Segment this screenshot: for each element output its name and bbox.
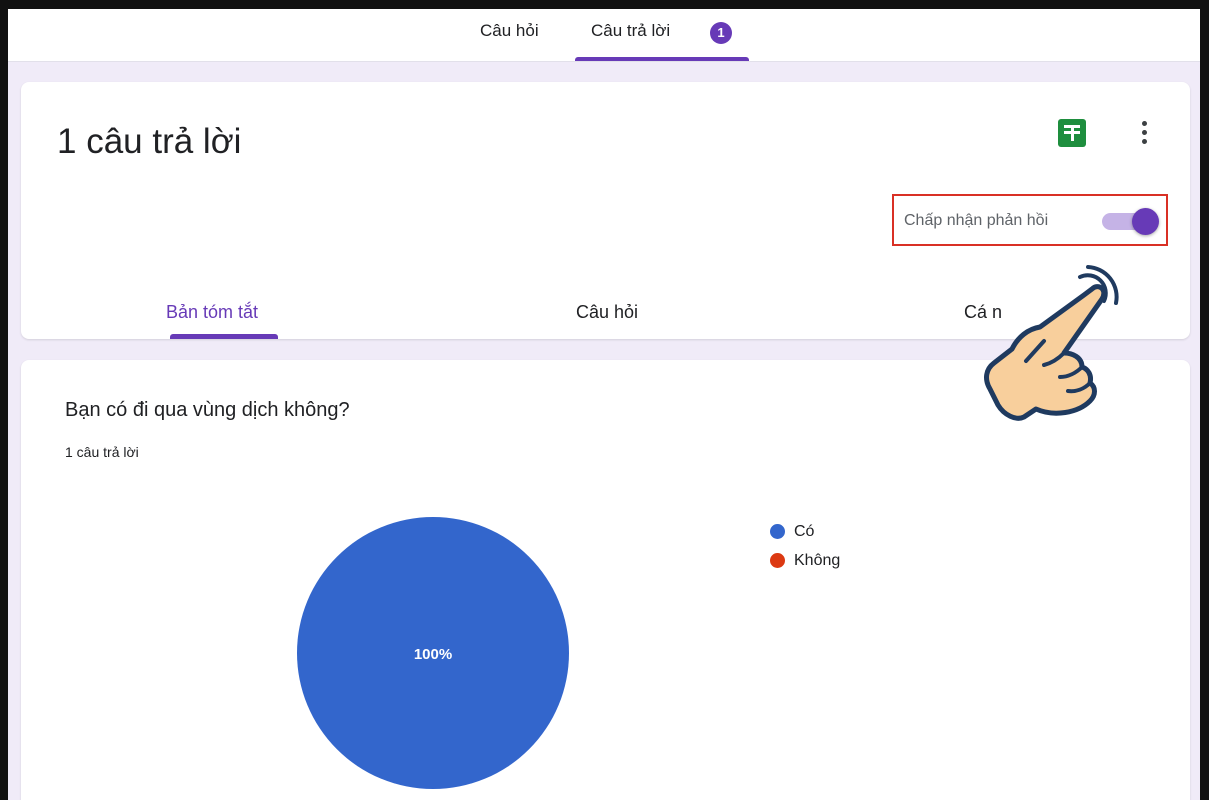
pointing-hand-icon xyxy=(984,265,1119,421)
subtab-questions[interactable]: Câu hỏi xyxy=(576,302,638,323)
top-tab-bar: Câu hỏi Câu trả lời 1 xyxy=(8,9,1200,62)
accept-responses-label: Chấp nhận phản hồi xyxy=(904,212,1049,229)
legend-swatch xyxy=(770,553,785,568)
pie-chart: 100% xyxy=(297,517,569,789)
google-sheets-icon[interactable] xyxy=(1058,119,1086,147)
active-tab-indicator xyxy=(575,57,749,61)
chart-legend: Có Không xyxy=(770,517,840,575)
legend-label: Không xyxy=(794,551,841,569)
legend-swatch xyxy=(770,524,785,539)
legend-item: Không xyxy=(770,546,840,575)
subtab-summary[interactable]: Bản tóm tắt xyxy=(166,302,258,323)
accept-responses-highlight: Chấp nhận phản hồi xyxy=(892,194,1168,246)
accept-responses-toggle[interactable] xyxy=(1100,207,1160,235)
tab-responses[interactable]: Câu trả lời xyxy=(591,21,670,41)
response-count-title: 1 câu trả lời xyxy=(57,122,242,161)
pie-slice-label: 100% xyxy=(414,646,452,663)
page-frame: Câu hỏi Câu trả lời 1 1 câu trả lời Chấp… xyxy=(0,0,1209,800)
more-options-icon[interactable] xyxy=(1134,118,1154,148)
question-response-count: 1 câu trả lời xyxy=(65,444,139,460)
legend-label: Có xyxy=(794,522,815,540)
toggle-knob xyxy=(1132,208,1159,235)
question-title: Bạn có đi qua vùng dịch không? xyxy=(65,399,350,421)
legend-item: Có xyxy=(770,517,840,546)
tab-questions[interactable]: Câu hỏi xyxy=(480,21,539,41)
responses-count-badge: 1 xyxy=(710,22,732,44)
active-subtab-indicator xyxy=(170,334,278,339)
